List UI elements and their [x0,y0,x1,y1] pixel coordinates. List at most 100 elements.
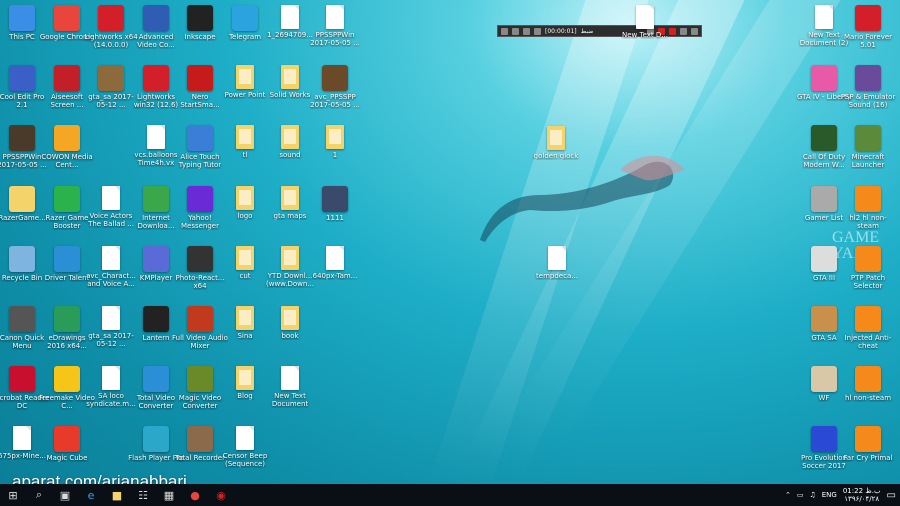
telegram-icon [232,5,258,31]
screenshot-icon [9,125,35,151]
desktop-shortcut[interactable]: Far Cry Primal [840,426,896,462]
chrome-icon[interactable]: ● [182,484,208,506]
search-icon[interactable]: ⌕ [26,484,52,506]
half-life-icon [855,186,881,212]
desktop-shortcut-label: PSP & Emulator Sound (16) [840,93,896,109]
volume-icon[interactable]: ♫ [809,491,815,499]
file-explorer-icon[interactable]: ■ [104,484,130,506]
desktop-shortcut[interactable]: Magic Cube [39,426,95,462]
desktop-shortcut[interactable]: hl2 hl non-steam [840,186,896,230]
desktop-shortcut[interactable]: 1 [307,125,363,159]
gamer-list-icon [811,186,837,212]
audio-file-icon [236,426,254,450]
desktop-shortcut[interactable]: PTP Patch Selector [840,246,896,290]
desktop-shortcut[interactable]: COWON Media Cent... [39,125,95,169]
desktop-shortcut[interactable]: PSP & Emulator Sound (16) [840,65,896,109]
folder-icon [281,65,299,89]
desktop-shortcut-label: PPSSPPWin 2017-05-05 ... [310,31,360,47]
image-file-icon [281,5,299,29]
far-cry-icon [855,426,881,452]
clock[interactable]: 01:22 ب.ظ ۱۳۹۶/۰۴/۲۸ [843,487,881,503]
video-mixer-icon [187,306,213,332]
desktop-shortcut[interactable]: PPSSPPWin 2017-05-05 ... [307,5,363,47]
file-icon [636,5,654,29]
desktop-shortcut-label: hl2 hl non-steam [849,214,887,230]
desktop-shortcut[interactable]: New Text D... [617,5,673,39]
recorder-region-icon[interactable] [534,27,541,35]
recycle-bin-icon [9,246,35,272]
recorder-window-icon[interactable] [512,27,519,35]
desktop-shortcut[interactable]: tempdeca... [529,246,585,280]
desktop-shortcut-label: 1111 [326,214,344,222]
tray-arrow-icon[interactable]: ⌃ [785,491,791,499]
screenshot-icon [98,65,124,91]
folder-icon [281,186,299,210]
folder-icon [236,306,254,330]
desktop-shortcut[interactable]: book [262,306,318,340]
folder-icon [281,125,299,149]
lantern-icon [143,306,169,332]
edge-icon[interactable]: e [78,484,104,506]
start-icon[interactable]: ⊞ [0,484,26,506]
desktop-shortcut[interactable]: Censor Beep (Sequence) [217,426,273,468]
desktop-shortcut-label: Far Cry Primal [843,454,893,462]
network-icon[interactable]: ☷ [130,484,156,506]
psp-icon [855,65,881,91]
total-recorder-icon [187,426,213,452]
desktop-shortcut[interactable]: golden glock [528,126,584,160]
pes-icon [811,426,837,452]
alice-icon [187,125,213,151]
desktop-shortcut-label: hl non-steam [844,394,892,402]
desktop-shortcut-label: New Text Document [271,392,309,408]
desktop-shortcut-label: Magic Cube [46,454,88,462]
acrobat-icon [9,366,35,392]
folder-icon [281,306,299,330]
inkscape-icon [187,5,213,31]
file-icon [102,246,120,270]
desktop-shortcut[interactable]: New Text Document [262,366,318,408]
cod-icon [811,125,837,151]
system-tray: ⌃ ▭ ♫ ENG 01:22 ب.ظ ۱۳۹۶/۰۴/۲۸ ▭ [785,484,900,506]
desktop-shortcut[interactable]: avc_PPSSPP 2017-05-05 ... [307,65,363,109]
network-status-icon[interactable]: ▭ [797,491,804,499]
folder-icon [281,246,299,270]
desktop-shortcut-label: Injected Anti-cheat [844,334,892,350]
recorder-app-icon[interactable]: ◉ [208,484,234,506]
ptp-patch-icon [855,246,881,272]
recorder-close-icon[interactable] [691,27,698,35]
recorder-menu-icon[interactable] [501,27,508,35]
computer-icon [9,5,35,31]
folder-icon [236,246,254,270]
recorder-zoom-icon[interactable] [523,27,530,35]
gta-iv-icon [811,65,837,91]
notification-icon[interactable]: ▭ [887,490,896,501]
store-icon[interactable]: ▦ [156,484,182,506]
desktop-shortcut-label: tempdeca... [536,272,578,280]
desktop-shortcut[interactable]: hl non-steam [840,366,896,402]
desktop-shortcut-label: book [281,332,299,340]
folder-icon [547,126,565,150]
half-life-icon [855,366,881,392]
gta-iii-icon [811,246,837,272]
language-indicator[interactable]: ENG [822,491,837,499]
mario-icon [855,5,881,31]
desktop-shortcut-label: Censor Beep (Sequence) [222,452,268,468]
file-icon [281,366,299,390]
magic-video-icon [187,366,213,392]
injected-icon [855,306,881,332]
yahoo-icon [187,186,213,212]
desktop-shortcut[interactable]: 640px-Tam... [307,246,363,280]
folder-icon [236,125,254,149]
desktop-shortcut[interactable]: Minecraft Launcher [840,125,896,169]
desktop-shortcut-label: Mario Forever 5.01 [843,33,893,49]
magic-cube-icon [54,426,80,452]
canon-icon [9,306,35,332]
task-view-icon[interactable]: ▣ [52,484,78,506]
driver-talent-icon [54,246,80,272]
chrome-icon [54,5,80,31]
desktop-shortcut[interactable]: 1111 [307,186,363,222]
desktop-shortcut[interactable]: Injected Anti-cheat [840,306,896,350]
desktop-shortcut[interactable]: Mario Forever 5.01 [840,5,896,49]
recorder-camera-icon[interactable] [680,27,687,35]
folder-icon [326,125,344,149]
